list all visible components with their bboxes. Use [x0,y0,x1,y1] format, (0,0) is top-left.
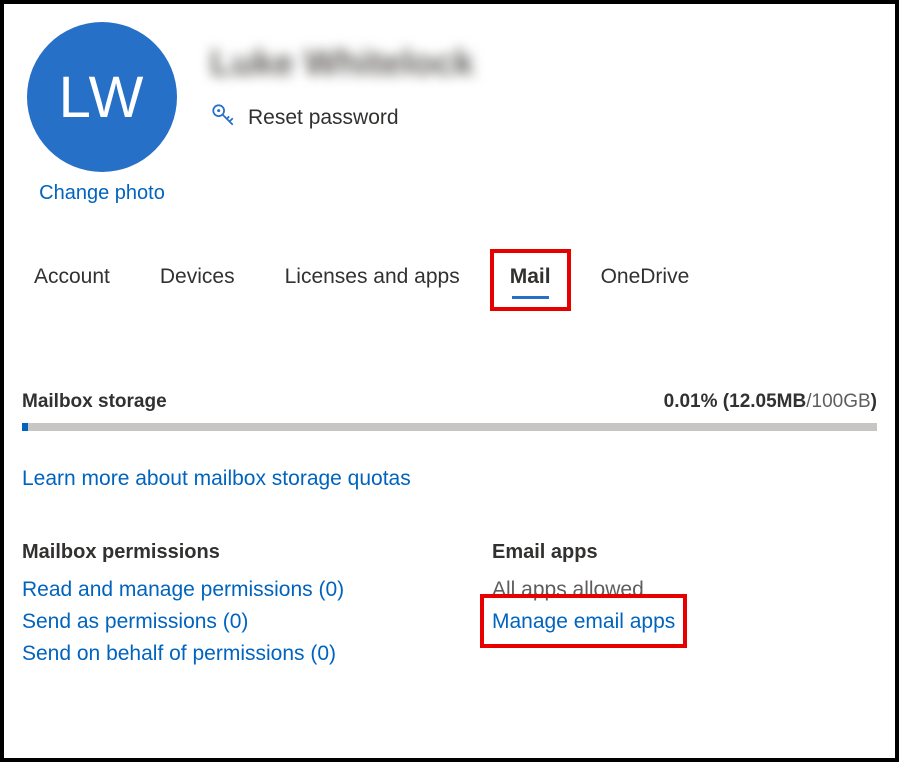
storage-progress-fill [22,423,28,431]
mailbox-storage-title: Mailbox storage [22,391,167,413]
email-apps-status: All apps allowed [492,578,899,602]
avatar-initials: LW [59,64,146,131]
mailbox-storage-value: 0.01% (12.05MB/100GB) [664,391,877,413]
reset-password-label: Reset password [248,106,399,130]
read-manage-permissions-link[interactable]: Read and manage permissions (0) [22,578,344,602]
user-display-name: Luke Whitelock [210,42,474,84]
tab-bar: Account Devices Licenses and apps Mail O… [22,259,877,299]
mailbox-permissions-title: Mailbox permissions [22,541,472,564]
tab-mail[interactable]: Mail [506,259,555,299]
tab-onedrive[interactable]: OneDrive [597,259,694,299]
change-photo-link[interactable]: Change photo [39,182,165,205]
tab-account[interactable]: Account [30,259,114,299]
manage-email-apps-link[interactable]: Manage email apps [492,610,675,634]
tab-licenses[interactable]: Licenses and apps [281,259,464,299]
send-as-permissions-link[interactable]: Send as permissions (0) [22,610,248,634]
learn-more-storage-link[interactable]: Learn more about mailbox storage quotas [22,467,411,491]
email-apps-title: Email apps [492,541,899,564]
avatar: LW [27,22,177,172]
send-on-behalf-permissions-link[interactable]: Send on behalf of permissions (0) [22,642,336,666]
storage-progress-bar [22,423,877,431]
reset-password-button[interactable]: Reset password [210,102,474,133]
tab-devices[interactable]: Devices [156,259,239,299]
key-icon [210,102,236,133]
